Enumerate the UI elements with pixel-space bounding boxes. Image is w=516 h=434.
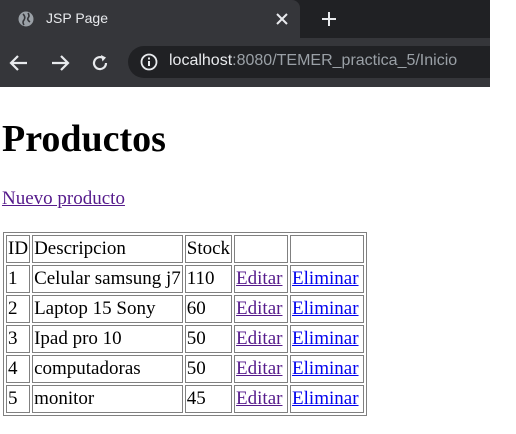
- row-stock: 110: [184, 265, 233, 293]
- row-delete-cell: Eliminar: [290, 325, 365, 353]
- url-path: :8080/TEMER_practica_5/Inicio: [232, 52, 458, 69]
- table-row: 1 Celular samsung j7 110 Editar Eliminar: [6, 265, 365, 293]
- row-descripcion: monitor: [32, 385, 183, 413]
- row-id: 1: [6, 265, 31, 293]
- table-row: 4 computadoras 50 Editar Eliminar: [6, 355, 365, 383]
- tab-strip: JSP Page: [0, 0, 516, 38]
- row-stock: 45: [184, 385, 233, 413]
- row-delete-cell: Eliminar: [290, 265, 365, 293]
- row-id: 2: [6, 295, 31, 323]
- new-product-link[interactable]: Nuevo producto: [2, 188, 125, 210]
- column-header-edit: [234, 235, 289, 263]
- column-header-descripcion: Descripcion: [32, 235, 183, 263]
- tab-title: JSP Page: [46, 10, 109, 26]
- products-table: ID Descripcion Stock 1 Celular samsung j…: [3, 232, 368, 416]
- column-header-id: ID: [6, 235, 31, 263]
- row-delete-cell: Eliminar: [290, 355, 365, 383]
- column-header-stock: Stock: [184, 235, 233, 263]
- row-stock: 50: [184, 325, 233, 353]
- delete-link[interactable]: Eliminar: [292, 358, 358, 379]
- row-descripcion: Laptop 15 Sony: [32, 295, 183, 323]
- browser-tab[interactable]: JSP Page: [0, 0, 300, 38]
- address-bar[interactable]: localhost:8080/TEMER_practica_5/Inicio: [128, 46, 490, 78]
- row-delete-cell: Eliminar: [290, 385, 365, 413]
- delete-link[interactable]: Eliminar: [292, 298, 358, 319]
- column-header-delete: [290, 235, 365, 263]
- delete-link[interactable]: Eliminar: [292, 328, 358, 349]
- edit-link[interactable]: Editar: [236, 298, 282, 319]
- new-tab-icon[interactable]: [320, 10, 338, 28]
- row-descripcion: Ipad pro 10: [32, 325, 183, 353]
- reload-icon[interactable]: [90, 53, 110, 73]
- row-edit-cell: Editar: [234, 295, 289, 323]
- row-edit-cell: Editar: [234, 265, 289, 293]
- row-id: 4: [6, 355, 31, 383]
- forward-arrow-icon[interactable]: [50, 53, 70, 73]
- edit-link[interactable]: Editar: [236, 388, 282, 409]
- back-arrow-icon[interactable]: [9, 53, 29, 73]
- row-id: 3: [6, 325, 31, 353]
- url-text[interactable]: localhost:8080/TEMER_practica_5/Inicio: [169, 52, 457, 70]
- edit-link[interactable]: Editar: [236, 358, 282, 379]
- edit-link[interactable]: Editar: [236, 268, 282, 289]
- row-edit-cell: Editar: [234, 385, 289, 413]
- table-header-row: ID Descripcion Stock: [6, 235, 365, 263]
- info-icon[interactable]: [140, 53, 158, 71]
- delete-link[interactable]: Eliminar: [292, 268, 358, 289]
- page-title: Productos: [2, 118, 166, 160]
- row-edit-cell: Editar: [234, 355, 289, 383]
- table-row: 3 Ipad pro 10 50 Editar Eliminar: [6, 325, 365, 353]
- row-stock: 60: [184, 295, 233, 323]
- table-row: 2 Laptop 15 Sony 60 Editar Eliminar: [6, 295, 365, 323]
- edit-link[interactable]: Editar: [236, 328, 282, 349]
- row-stock: 50: [184, 355, 233, 383]
- row-descripcion: Celular samsung j7: [32, 265, 183, 293]
- row-edit-cell: Editar: [234, 325, 289, 353]
- row-delete-cell: Eliminar: [290, 295, 365, 323]
- delete-link[interactable]: Eliminar: [292, 388, 358, 409]
- row-descripcion: computadoras: [32, 355, 183, 383]
- browser-toolbar: localhost:8080/TEMER_practica_5/Inicio: [0, 38, 490, 87]
- close-tab-icon[interactable]: [274, 11, 290, 27]
- globe-icon: [18, 11, 34, 27]
- table-row: 5 monitor 45 Editar Eliminar: [6, 385, 365, 413]
- row-id: 5: [6, 385, 31, 413]
- url-host: localhost: [169, 52, 233, 69]
